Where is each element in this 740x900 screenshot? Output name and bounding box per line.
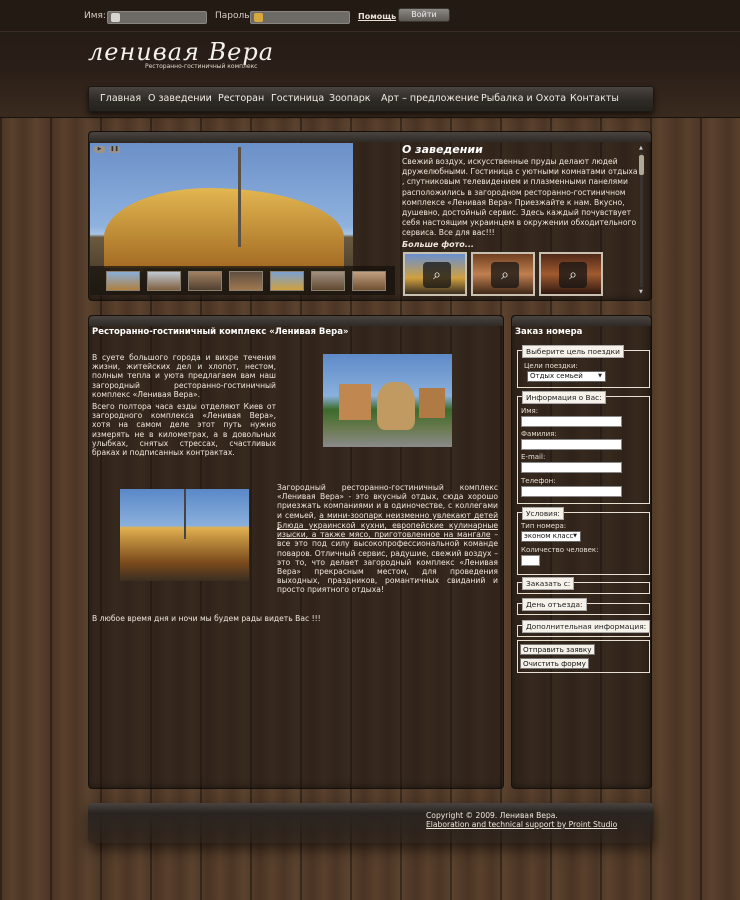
chevron-down-icon: ▼ [573,533,577,539]
surname-field[interactable] [521,439,622,450]
purpose-select-value: Отдых семьей [530,372,583,380]
nav-item-about[interactable]: О заведении [148,93,212,104]
copyright-text: Copyright © 2009. Ленивая Вера. [426,811,558,820]
login-name-label: Имя: [84,11,106,21]
about-title: О заведении [402,143,483,156]
more-photo-1[interactable]: ⌕ [403,252,467,296]
main-nav: Главная О заведении Ресторан Гостиница З… [88,86,654,112]
magnifier-icon: ⌕ [559,262,587,288]
login-bar: Имя: Пароль: Помощь Войти [0,0,740,32]
photo-statue [377,382,415,430]
info-fieldset: Информация о Вас: Имя: Фамилия: E-mail: … [517,391,650,504]
name-field[interactable] [521,416,622,427]
room-type-label: Тип номера: [521,522,567,530]
order-title: Заказ номера [515,327,583,337]
departure-legend: День отъезда: [522,598,587,611]
more-photo-2[interactable]: ⌕ [471,252,535,296]
thumbnail[interactable] [188,271,222,291]
login-button[interactable]: Войти [398,8,450,22]
photo-house [339,384,371,420]
panel-header [89,316,503,326]
thumbnail[interactable] [270,271,304,291]
content-paragraph-1: В суете большого города и вихре течения … [92,353,276,399]
building-photo [120,489,249,581]
nav-item-contacts[interactable]: Контакты [570,93,619,104]
nav-item-hotel[interactable]: Гостиница [271,93,324,104]
surname-label: Фамилия: [521,430,557,438]
order-from-fieldset[interactable]: Заказать с: [517,577,650,594]
name-label: Имя: [521,407,539,415]
order-from-legend: Заказать с: [522,577,575,590]
lock-icon [254,13,263,22]
more-photo-3[interactable]: ⌕ [539,252,603,296]
departure-fieldset[interactable]: День отъезда: [517,598,650,615]
buttons-fieldset: Отправить заявку Очистить форму [517,640,650,673]
nav-item-art[interactable]: Арт – предложение [381,93,479,104]
play-icon[interactable]: ▶ [94,146,105,153]
support-link[interactable]: Elaboration and technical support by Pro… [426,820,617,829]
purpose-select[interactable]: Отдых семьей ▼ [527,371,606,382]
magnifier-icon: ⌕ [491,262,519,288]
scroll-up-icon[interactable]: ▲ [639,145,643,151]
user-icon [111,13,120,22]
room-type-value: эконом класс [524,532,574,540]
phone-label: Телефон: [521,477,556,485]
photo-pole [238,147,241,247]
pause-icon[interactable]: ❚❚ [109,146,120,153]
about-scrollbar[interactable]: ▲ ▼ [638,145,645,295]
photo-house [419,388,445,418]
conditions-fieldset: Условия: Тип номера: эконом класс ▼ Коли… [517,507,650,575]
extra-info-fieldset[interactable]: Дополнительная информация: [517,620,651,637]
magnifier-icon: ⌕ [423,262,451,288]
scroll-down-icon[interactable]: ▼ [639,289,643,295]
thumbnail[interactable] [311,271,345,291]
statue-photo [323,354,452,447]
thumbnail[interactable] [229,271,263,291]
content-title: Ресторанно-гостиничный комплекс «Ленивая… [92,327,349,337]
info-legend: Информация о Вас: [522,391,606,404]
nav-item-fishing[interactable]: Рыбалка и Охота [481,93,566,104]
email-label: E-mail: [521,453,546,461]
panel-header [89,132,651,142]
site-logo[interactable]: ленивая Вера [88,38,274,66]
email-field[interactable] [521,462,622,473]
people-field[interactable] [521,555,540,566]
nav-item-home[interactable]: Главная [100,93,141,104]
site-tagline: Ресторанно-гостиничный комплекс [145,63,258,70]
extra-info-legend: Дополнительная информация: [522,620,651,633]
about-text: Свежий воздух, искусственные пруды делаю… [402,157,638,238]
phone-field[interactable] [521,486,622,497]
content-paragraph-4: Блюда украинской кухни, европейские кули… [277,521,498,595]
room-type-select[interactable]: эконом класс ▼ [521,531,581,542]
nav-item-zoo[interactable]: Зоопарк [329,93,371,104]
thumbnail[interactable] [352,271,386,291]
nav-item-restaurant[interactable]: Ресторан [218,93,264,104]
scroll-thumb[interactable] [639,155,644,175]
photo-pole [184,489,186,539]
photo-building [104,188,344,268]
content-paragraph-2: Всего полтора часа езды отделяют Киев от… [92,402,276,458]
login-password-label: Пароль: [215,11,253,21]
login-password-input[interactable] [250,11,350,24]
paragraph-4-text: – все это под силу высокопрофессионально… [277,530,499,595]
purpose-fieldset: Выберите цель поездки Цели поездки: Отды… [517,345,650,388]
thumbnail[interactable] [147,271,181,291]
reset-form-button[interactable]: Очистить форму [520,658,589,669]
login-name-input[interactable] [107,11,207,24]
submit-order-button[interactable]: Отправить заявку [520,644,595,655]
help-link[interactable]: Помощь [358,12,396,21]
chevron-down-icon: ▼ [598,373,602,379]
purpose-legend: Выберите цель поездки [522,345,624,358]
people-label: Количество человек: [521,546,599,554]
conditions-legend: Условия: [522,507,564,520]
thumbnail-strip [90,266,395,295]
cuisine-link[interactable]: Блюда украинской кухни, европейские кули… [277,521,498,539]
panel-header [512,316,651,326]
thumbnail[interactable] [106,271,140,291]
purpose-label: Цели поездки: [524,362,578,370]
content-paragraph-5: В любое время дня и ночи мы будем рады в… [92,614,321,623]
more-photos-label[interactable]: Больше фото... [402,240,474,249]
